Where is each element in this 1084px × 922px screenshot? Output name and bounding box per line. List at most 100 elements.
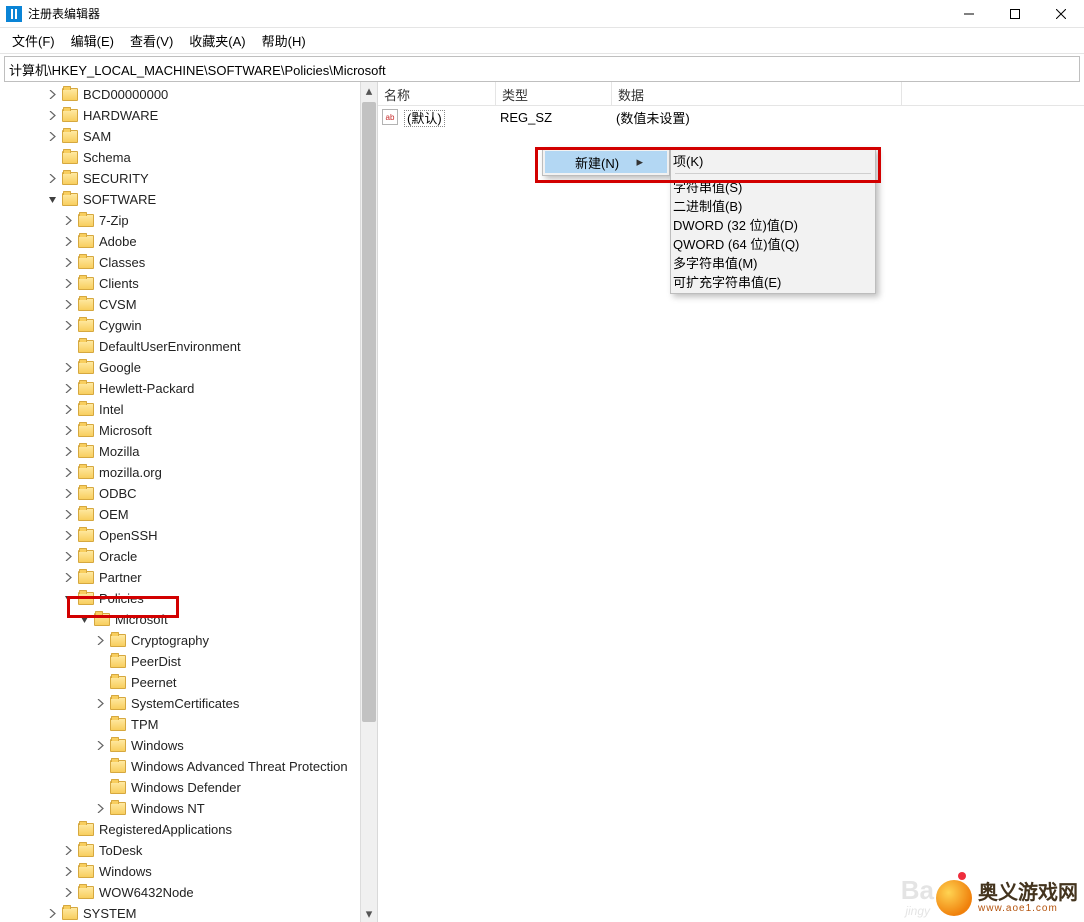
tree-item[interactable]: Windows NT: [0, 798, 377, 819]
tree-item[interactable]: Windows: [0, 735, 377, 756]
tree-item[interactable]: Windows Advanced Threat Protection: [0, 756, 377, 777]
tree-item[interactable]: RegisteredApplications: [0, 819, 377, 840]
ctx-item-string[interactable]: 字符串值(S): [673, 177, 873, 196]
menu-file[interactable]: 文件(F): [4, 28, 63, 53]
tree-item[interactable]: Peernet: [0, 672, 377, 693]
chevron-right-icon[interactable]: [62, 572, 74, 584]
tree-item[interactable]: SECURITY: [0, 168, 377, 189]
tree-item[interactable]: Microsoft: [0, 609, 377, 630]
chevron-right-icon[interactable]: [62, 215, 74, 227]
chevron-right-icon[interactable]: [94, 740, 106, 752]
chevron-right-icon[interactable]: [62, 236, 74, 248]
tree-item-label: Intel: [99, 402, 124, 417]
tree-item[interactable]: SOFTWARE: [0, 189, 377, 210]
close-button[interactable]: [1038, 0, 1084, 28]
tree-item[interactable]: TPM: [0, 714, 377, 735]
tree-scrollbar[interactable]: ▴ ▾: [360, 82, 377, 922]
chevron-right-icon[interactable]: [62, 425, 74, 437]
tree-item[interactable]: OpenSSH: [0, 525, 377, 546]
menu-help[interactable]: 帮助(H): [254, 28, 314, 53]
chevron-right-icon[interactable]: [46, 173, 58, 185]
tree-item[interactable]: Hewlett-Packard: [0, 378, 377, 399]
menu-edit[interactable]: 编辑(E): [63, 28, 122, 53]
chevron-right-icon[interactable]: [46, 89, 58, 101]
chevron-right-icon[interactable]: [46, 908, 58, 920]
tree-item[interactable]: DefaultUserEnvironment: [0, 336, 377, 357]
chevron-right-icon[interactable]: [62, 467, 74, 479]
value-name: (默认): [404, 110, 445, 127]
tree-item[interactable]: Windows: [0, 861, 377, 882]
ctx-item-multistring[interactable]: 多字符串值(M): [673, 253, 873, 272]
col-data[interactable]: 数据: [612, 82, 902, 105]
chevron-right-icon[interactable]: [62, 530, 74, 542]
col-name[interactable]: 名称: [378, 82, 496, 105]
tree-item[interactable]: Oracle: [0, 546, 377, 567]
tree-item[interactable]: mozilla.org: [0, 462, 377, 483]
tree-item[interactable]: Adobe: [0, 231, 377, 252]
tree-item-label: Policies: [99, 591, 144, 606]
tree-item[interactable]: PeerDist: [0, 651, 377, 672]
tree-item[interactable]: Google: [0, 357, 377, 378]
chevron-right-icon[interactable]: [62, 404, 74, 416]
tree-item[interactable]: Cygwin: [0, 315, 377, 336]
tree-item[interactable]: Partner: [0, 567, 377, 588]
menu-view[interactable]: 查看(V): [122, 28, 181, 53]
tree-item[interactable]: ToDesk: [0, 840, 377, 861]
tree-item[interactable]: Microsoft: [0, 420, 377, 441]
tree-item[interactable]: SYSTEM: [0, 903, 377, 922]
maximize-button[interactable]: [992, 0, 1038, 28]
tree-item[interactable]: SAM: [0, 126, 377, 147]
tree-item[interactable]: OEM: [0, 504, 377, 525]
tree-item[interactable]: Intel: [0, 399, 377, 420]
tree-item[interactable]: WOW6432Node: [0, 882, 377, 903]
scrollbar-thumb[interactable]: [362, 102, 376, 722]
chevron-right-icon[interactable]: [94, 635, 106, 647]
scroll-up-icon[interactable]: ▴: [361, 82, 377, 99]
tree-item[interactable]: Mozilla: [0, 441, 377, 462]
tree-item[interactable]: CVSM: [0, 294, 377, 315]
chevron-down-icon[interactable]: [62, 593, 74, 605]
chevron-right-icon[interactable]: [62, 299, 74, 311]
tree-item[interactable]: Schema: [0, 147, 377, 168]
ctx-item-dword[interactable]: DWORD (32 位)值(D): [673, 215, 873, 234]
tree-item[interactable]: Policies: [0, 588, 377, 609]
address-bar[interactable]: 计算机\HKEY_LOCAL_MACHINE\SOFTWARE\Policies…: [4, 56, 1080, 82]
chevron-right-icon[interactable]: [62, 887, 74, 899]
scroll-down-icon[interactable]: ▾: [361, 905, 377, 922]
chevron-right-icon[interactable]: [94, 803, 106, 815]
chevron-right-icon[interactable]: [94, 698, 106, 710]
chevron-right-icon[interactable]: [62, 278, 74, 290]
chevron-right-icon[interactable]: [62, 509, 74, 521]
minimize-button[interactable]: [946, 0, 992, 28]
chevron-right-icon[interactable]: [62, 845, 74, 857]
chevron-right-icon[interactable]: [62, 551, 74, 563]
tree-item[interactable]: Cryptography: [0, 630, 377, 651]
ctx-item-expandstring[interactable]: 可扩充字符串值(E): [673, 272, 873, 291]
menu-favorites[interactable]: 收藏夹(A): [181, 28, 253, 53]
chevron-down-icon[interactable]: [78, 614, 90, 626]
ctx-item-key[interactable]: 项(K): [673, 151, 873, 170]
tree-item[interactable]: Windows Defender: [0, 777, 377, 798]
chevron-right-icon[interactable]: [46, 131, 58, 143]
chevron-right-icon[interactable]: [62, 362, 74, 374]
ctx-new[interactable]: 新建(N) ▸: [545, 151, 667, 173]
chevron-down-icon[interactable]: [46, 194, 58, 206]
ctx-item-qword[interactable]: QWORD (64 位)值(Q): [673, 234, 873, 253]
tree-item[interactable]: 7-Zip: [0, 210, 377, 231]
chevron-right-icon[interactable]: [62, 866, 74, 878]
chevron-right-icon[interactable]: [46, 110, 58, 122]
chevron-right-icon[interactable]: [62, 488, 74, 500]
tree-item[interactable]: BCD00000000: [0, 84, 377, 105]
chevron-right-icon[interactable]: [62, 320, 74, 332]
tree-item[interactable]: ODBC: [0, 483, 377, 504]
tree-item[interactable]: SystemCertificates: [0, 693, 377, 714]
tree-item[interactable]: Classes: [0, 252, 377, 273]
col-type[interactable]: 类型: [496, 82, 612, 105]
list-row[interactable]: ab (默认) REG_SZ (数值未设置): [378, 106, 1084, 128]
chevron-right-icon[interactable]: [62, 383, 74, 395]
tree-item[interactable]: Clients: [0, 273, 377, 294]
chevron-right-icon[interactable]: [62, 257, 74, 269]
ctx-item-binary[interactable]: 二进制值(B): [673, 196, 873, 215]
tree-item[interactable]: HARDWARE: [0, 105, 377, 126]
chevron-right-icon[interactable]: [62, 446, 74, 458]
